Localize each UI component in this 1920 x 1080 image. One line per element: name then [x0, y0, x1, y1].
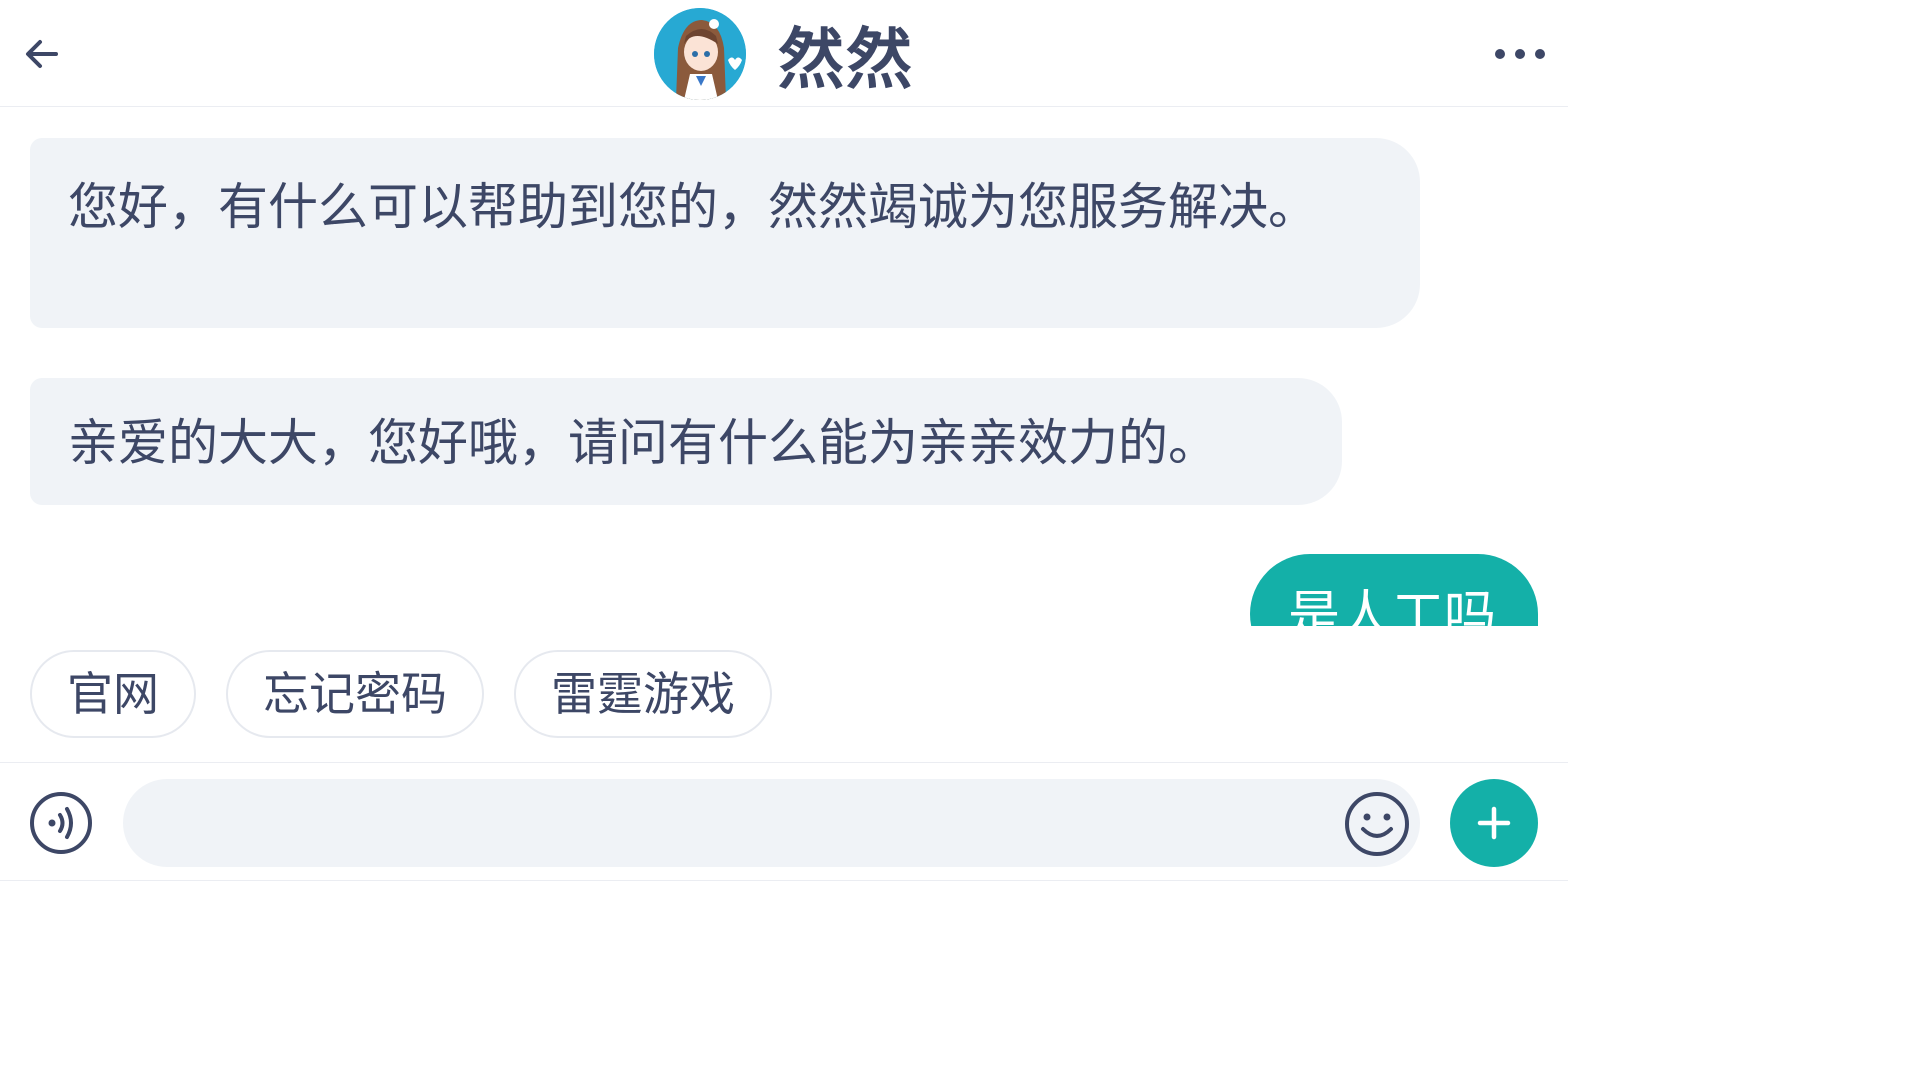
message-input[interactable] — [123, 779, 1420, 867]
back-button[interactable] — [18, 30, 66, 78]
divider — [0, 880, 1568, 881]
quick-replies: 官网 忘记密码 雷霆游戏 — [30, 650, 802, 738]
more-actions-button[interactable] — [1450, 779, 1538, 867]
plus-icon — [1477, 806, 1511, 840]
smiley-icon — [1345, 792, 1409, 856]
voice-button[interactable] — [29, 791, 93, 855]
more-button[interactable] — [1488, 32, 1552, 76]
chat-header: 然然 — [0, 0, 1568, 107]
bot-message: 亲爱的大大，您好哦，请问有什么能为亲亲效力的。 — [30, 378, 1342, 505]
message-list[interactable]: 您好，有什么可以帮助到您的，然然竭诚为您服务解决。 亲爱的大大，您好哦，请问有什… — [0, 107, 1568, 626]
avatar-image — [654, 8, 746, 100]
user-message: 是人工吗 — [1250, 554, 1538, 626]
composer-bar — [0, 762, 1568, 883]
quick-reply-chip[interactable]: 官网 — [30, 650, 196, 738]
emoji-button[interactable] — [1344, 791, 1410, 857]
more-dots-icon — [1495, 49, 1545, 59]
avatar[interactable] — [654, 8, 746, 100]
chat-title: 然然 — [778, 21, 914, 98]
voice-icon — [30, 792, 92, 854]
chat-title-group: 然然 — [654, 8, 914, 100]
back-arrow-icon — [26, 40, 58, 68]
quick-reply-chip[interactable]: 忘记密码 — [226, 650, 484, 738]
bot-message: 您好，有什么可以帮助到您的，然然竭诚为您服务解决。 — [30, 138, 1420, 328]
quick-reply-chip[interactable]: 雷霆游戏 — [514, 650, 772, 738]
